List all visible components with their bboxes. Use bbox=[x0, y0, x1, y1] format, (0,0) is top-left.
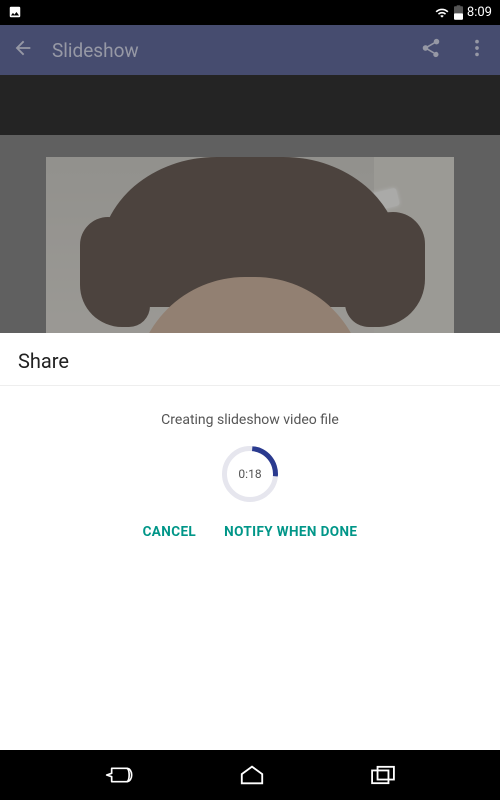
nav-back-icon[interactable] bbox=[105, 764, 135, 786]
share-icon[interactable] bbox=[420, 37, 442, 63]
back-arrow-icon[interactable] bbox=[12, 37, 34, 63]
navigation-bar bbox=[0, 750, 500, 800]
sheet-title: Share bbox=[0, 333, 500, 386]
status-bar: 8:09 bbox=[0, 0, 500, 25]
status-time: 8:09 bbox=[467, 5, 492, 20]
share-sheet: Share Creating slideshow video file 0:18… bbox=[0, 333, 500, 750]
picture-icon bbox=[8, 5, 22, 19]
progress-spinner: 0:18 bbox=[222, 446, 278, 502]
nav-recent-icon[interactable] bbox=[370, 765, 396, 785]
notify-when-done-button[interactable]: NOTIFY WHEN DONE bbox=[224, 524, 357, 540]
top-black-strip bbox=[0, 75, 500, 135]
progress-message: Creating slideshow video file bbox=[161, 412, 339, 428]
overflow-menu-icon[interactable] bbox=[466, 37, 488, 63]
battery-icon bbox=[454, 5, 463, 20]
nav-home-icon[interactable] bbox=[239, 764, 265, 786]
progress-time: 0:18 bbox=[222, 446, 278, 502]
wifi-icon bbox=[434, 6, 450, 20]
cancel-button[interactable]: CANCEL bbox=[143, 524, 197, 540]
action-bar: Slideshow bbox=[0, 25, 500, 75]
page-title: Slideshow bbox=[52, 39, 420, 62]
